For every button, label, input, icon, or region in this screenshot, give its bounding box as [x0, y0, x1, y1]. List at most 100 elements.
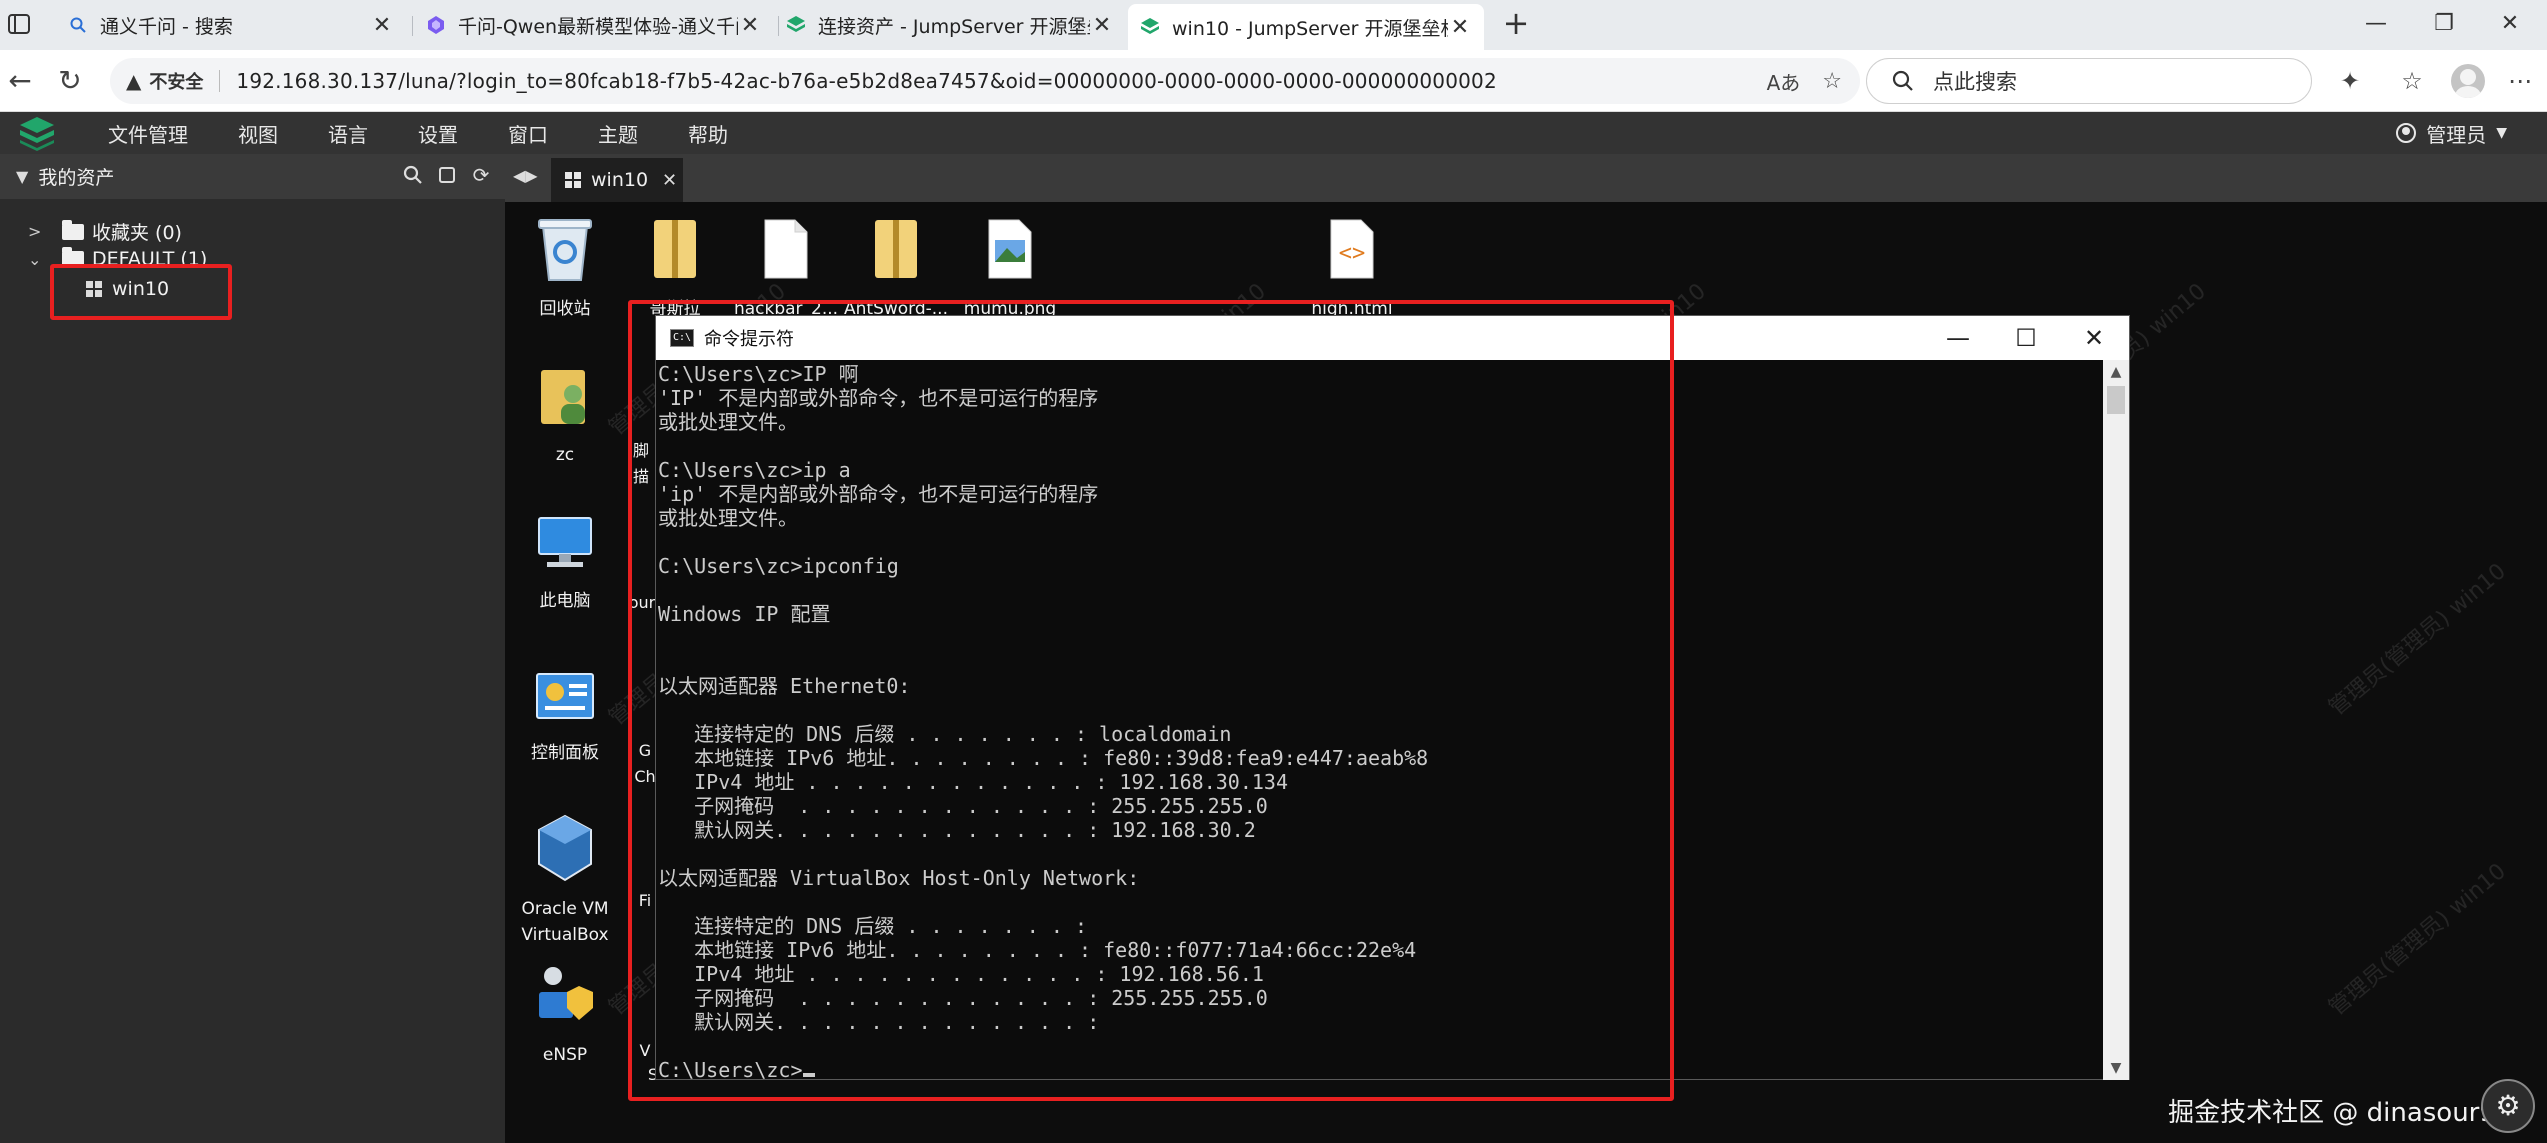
tab-actions-icon[interactable] [6, 11, 34, 37]
session-tab-win10[interactable]: win10 ✕ [551, 158, 683, 202]
browser-tab-search[interactable]: 通义千问 - 搜索 ✕ [56, 6, 406, 44]
jumpserver-logo-icon [20, 117, 54, 151]
partial-icon-label: 描 [632, 467, 649, 486]
gear-icon[interactable]: ⚙ [2481, 1079, 2535, 1133]
browser-tab-qwen[interactable]: 千问-Qwen最新模型体验-通义千问 ✕ [414, 6, 774, 44]
user-menu[interactable]: 管理员 ▼ [2396, 112, 2507, 154]
cmd-window[interactable]: C:\ 命令提示符 — ☐ ✕ C:\Users\zc>IP 啊 'IP' 不是内… [655, 315, 2130, 1082]
restore-window-icon[interactable]: ❐ [2424, 8, 2464, 40]
menu-help[interactable]: 帮助 [688, 119, 728, 148]
security-warning[interactable]: ▲ 不安全 [126, 68, 203, 94]
profile-avatar[interactable] [2446, 62, 2490, 100]
watermark-credit: 掘金技术社区 @ dinasour999 [2168, 1098, 2529, 1128]
chevron-down-icon[interactable]: ⌄ [28, 250, 48, 269]
back-icon[interactable]: ← [2, 64, 38, 100]
cmd-prompt-line[interactable]: C:\Users\zc> [658, 1058, 2101, 1082]
cmd-titlebar[interactable]: C:\ 命令提示符 — ☐ ✕ [656, 316, 2129, 360]
more-menu-icon[interactable]: ⋯ [2500, 62, 2540, 100]
address-bar-actions: Aあ ☆ [1767, 58, 1842, 104]
scroll-thumb[interactable] [2107, 386, 2125, 414]
scroll-up-icon[interactable]: ▲ [2103, 360, 2129, 384]
browser-tab-connect-asset[interactable]: 连接资产 - JumpServer 开源堡垒机 ✕ [774, 6, 1126, 44]
favorite-star-icon[interactable]: ☆ [1822, 69, 1842, 94]
close-icon[interactable]: ✕ [1090, 13, 1114, 38]
cmd-line: 本地链接 IPv6 地址. . . . . . . . : fe80::39d8… [658, 746, 1429, 770]
caret-down-icon[interactable]: ▼ [16, 167, 28, 186]
desktop-icon-folder-godzilla[interactable]: 哥斯拉 [625, 216, 725, 322]
html-file-icon: <> [1293, 216, 1411, 290]
close-icon[interactable]: ✕ [1448, 15, 1472, 40]
url-divider [219, 70, 221, 92]
desktop-icon-mumu-png[interactable]: mumu.png [951, 216, 1069, 322]
user-name: 管理员 [2426, 122, 2487, 147]
tree-node-favorites[interactable]: > 收藏夹 (0) [28, 218, 182, 245]
cmd-line [658, 890, 2101, 914]
search-icon [1892, 70, 1913, 91]
extensions-icon[interactable]: ✦ [2330, 62, 2370, 100]
address-bar[interactable]: ▲ 不安全 192.168.30.137/luna/?login_to=80fc… [110, 58, 1860, 104]
session-tab-label: win10 [591, 169, 649, 191]
warning-icon: ▲ [126, 69, 142, 93]
cmd-line [658, 1034, 2101, 1058]
chevron-right-icon[interactable]: > [28, 222, 48, 241]
annotation-highlight-asset [50, 264, 232, 320]
remote-desktop[interactable]: 管理员(管理员) win10 管理员(管理员) win10 管理员(管理员) w… [505, 202, 2547, 1143]
tab-title: 连接资产 - JumpServer 开源堡垒机 [818, 15, 1090, 38]
checkbox-icon[interactable] [437, 164, 457, 186]
search-input[interactable]: 点此搜索 [1866, 58, 2312, 104]
cmd-line [658, 626, 2101, 650]
desktop-icon-this-pc[interactable]: 此电脑 [515, 514, 615, 614]
browser-toolbar: ← ↻ ▲ 不安全 192.168.30.137/luna/?login_to=… [0, 50, 2547, 112]
close-icon[interactable]: ✕ [738, 13, 762, 38]
menu-view[interactable]: 视图 [238, 119, 278, 148]
desktop-icon-user-zc[interactable]: zc [515, 362, 615, 468]
scroll-down-icon[interactable]: ▼ [2103, 1056, 2129, 1080]
cmd-line: IPv4 地址 . . . . . . . . . . . . : 192.16… [658, 770, 1289, 794]
menu-items: 文件管理 视图 语言 设置 窗口 主题 帮助 [108, 112, 778, 154]
read-aloud-icon[interactable]: Aあ [1767, 67, 1801, 96]
partial-icon-label: Fi [638, 891, 652, 910]
refresh-icon[interactable]: ⟳ [471, 163, 491, 187]
minimize-icon[interactable]: — [1924, 316, 1992, 360]
cmd-title: 命令提示符 [704, 329, 794, 350]
reload-icon[interactable]: ↻ [52, 64, 88, 100]
desktop-icon-control-panel[interactable]: 控制面板 [515, 670, 615, 766]
desktop-icon-recycle-bin[interactable]: 回收站 [515, 216, 615, 322]
image-file-icon [951, 216, 1069, 290]
cmd-line: Windows IP 配置 [658, 602, 831, 626]
desktop-icon-virtualbox[interactable]: Oracle VM VirtualBox [505, 814, 625, 948]
cmd-line: 本地链接 IPv6 地址. . . . . . . . : fe80::f077… [658, 938, 1417, 962]
desktop-icon-ensp[interactable]: eNSP [515, 962, 615, 1068]
minimize-window-icon[interactable]: — [2356, 8, 2396, 40]
desktop-icon-antsword[interactable]: AntSword-... [837, 216, 955, 322]
cmd-line: 子网掩码 . . . . . . . . . . . . : 255.255.2… [658, 794, 1268, 818]
desktop-icon-hackbar[interactable]: hackbar_2... [727, 216, 845, 322]
icon-label: zc [555, 445, 575, 465]
tree-label: 收藏夹 (0) [92, 222, 182, 244]
url-text[interactable]: 192.168.30.137/luna/?login_to=80fcab18-f… [236, 69, 1497, 93]
maximize-icon[interactable]: ☐ [1992, 316, 2060, 360]
close-icon[interactable]: ✕ [370, 13, 394, 38]
menu-settings[interactable]: 设置 [418, 119, 458, 148]
cmd-line: 默认网关. . . . . . . . . . . . . : [658, 1010, 1100, 1034]
search-icon[interactable] [403, 164, 423, 186]
favorites-icon[interactable]: ☆ [2392, 62, 2432, 100]
jumpserver-icon [1140, 17, 1160, 37]
menu-theme[interactable]: 主题 [598, 119, 638, 148]
cmd-output[interactable]: C:\Users\zc>IP 啊 'IP' 不是内部或外部命令，也不是可运行的程序… [656, 360, 2101, 1082]
menu-window[interactable]: 窗口 [508, 119, 548, 148]
tab-scroll-arrows-icon[interactable]: ◀▶ [513, 166, 538, 185]
menu-file-manager[interactable]: 文件管理 [108, 119, 188, 148]
partial-icon-label: our [628, 593, 656, 612]
close-window-icon[interactable]: ✕ [2490, 8, 2530, 40]
close-icon[interactable]: ✕ [2060, 316, 2128, 360]
desktop-icon-high-html[interactable]: <> high.html [1293, 216, 1411, 322]
tab-title: win10 - JumpServer 开源堡垒机 [1172, 17, 1448, 40]
close-icon[interactable]: ✕ [662, 170, 677, 191]
asset-panel-header[interactable]: ▼ 我的资产 ⟳ [0, 154, 505, 199]
cmd-scrollbar[interactable]: ▲ ▼ [2103, 360, 2129, 1080]
watermark: 管理员(管理员) win10 [2324, 858, 2511, 1021]
browser-tab-win10[interactable]: win10 - JumpServer 开源堡垒机 ✕ [1128, 4, 1484, 50]
new-tab-button[interactable]: + [1500, 7, 1532, 40]
menu-language[interactable]: 语言 [328, 119, 368, 148]
